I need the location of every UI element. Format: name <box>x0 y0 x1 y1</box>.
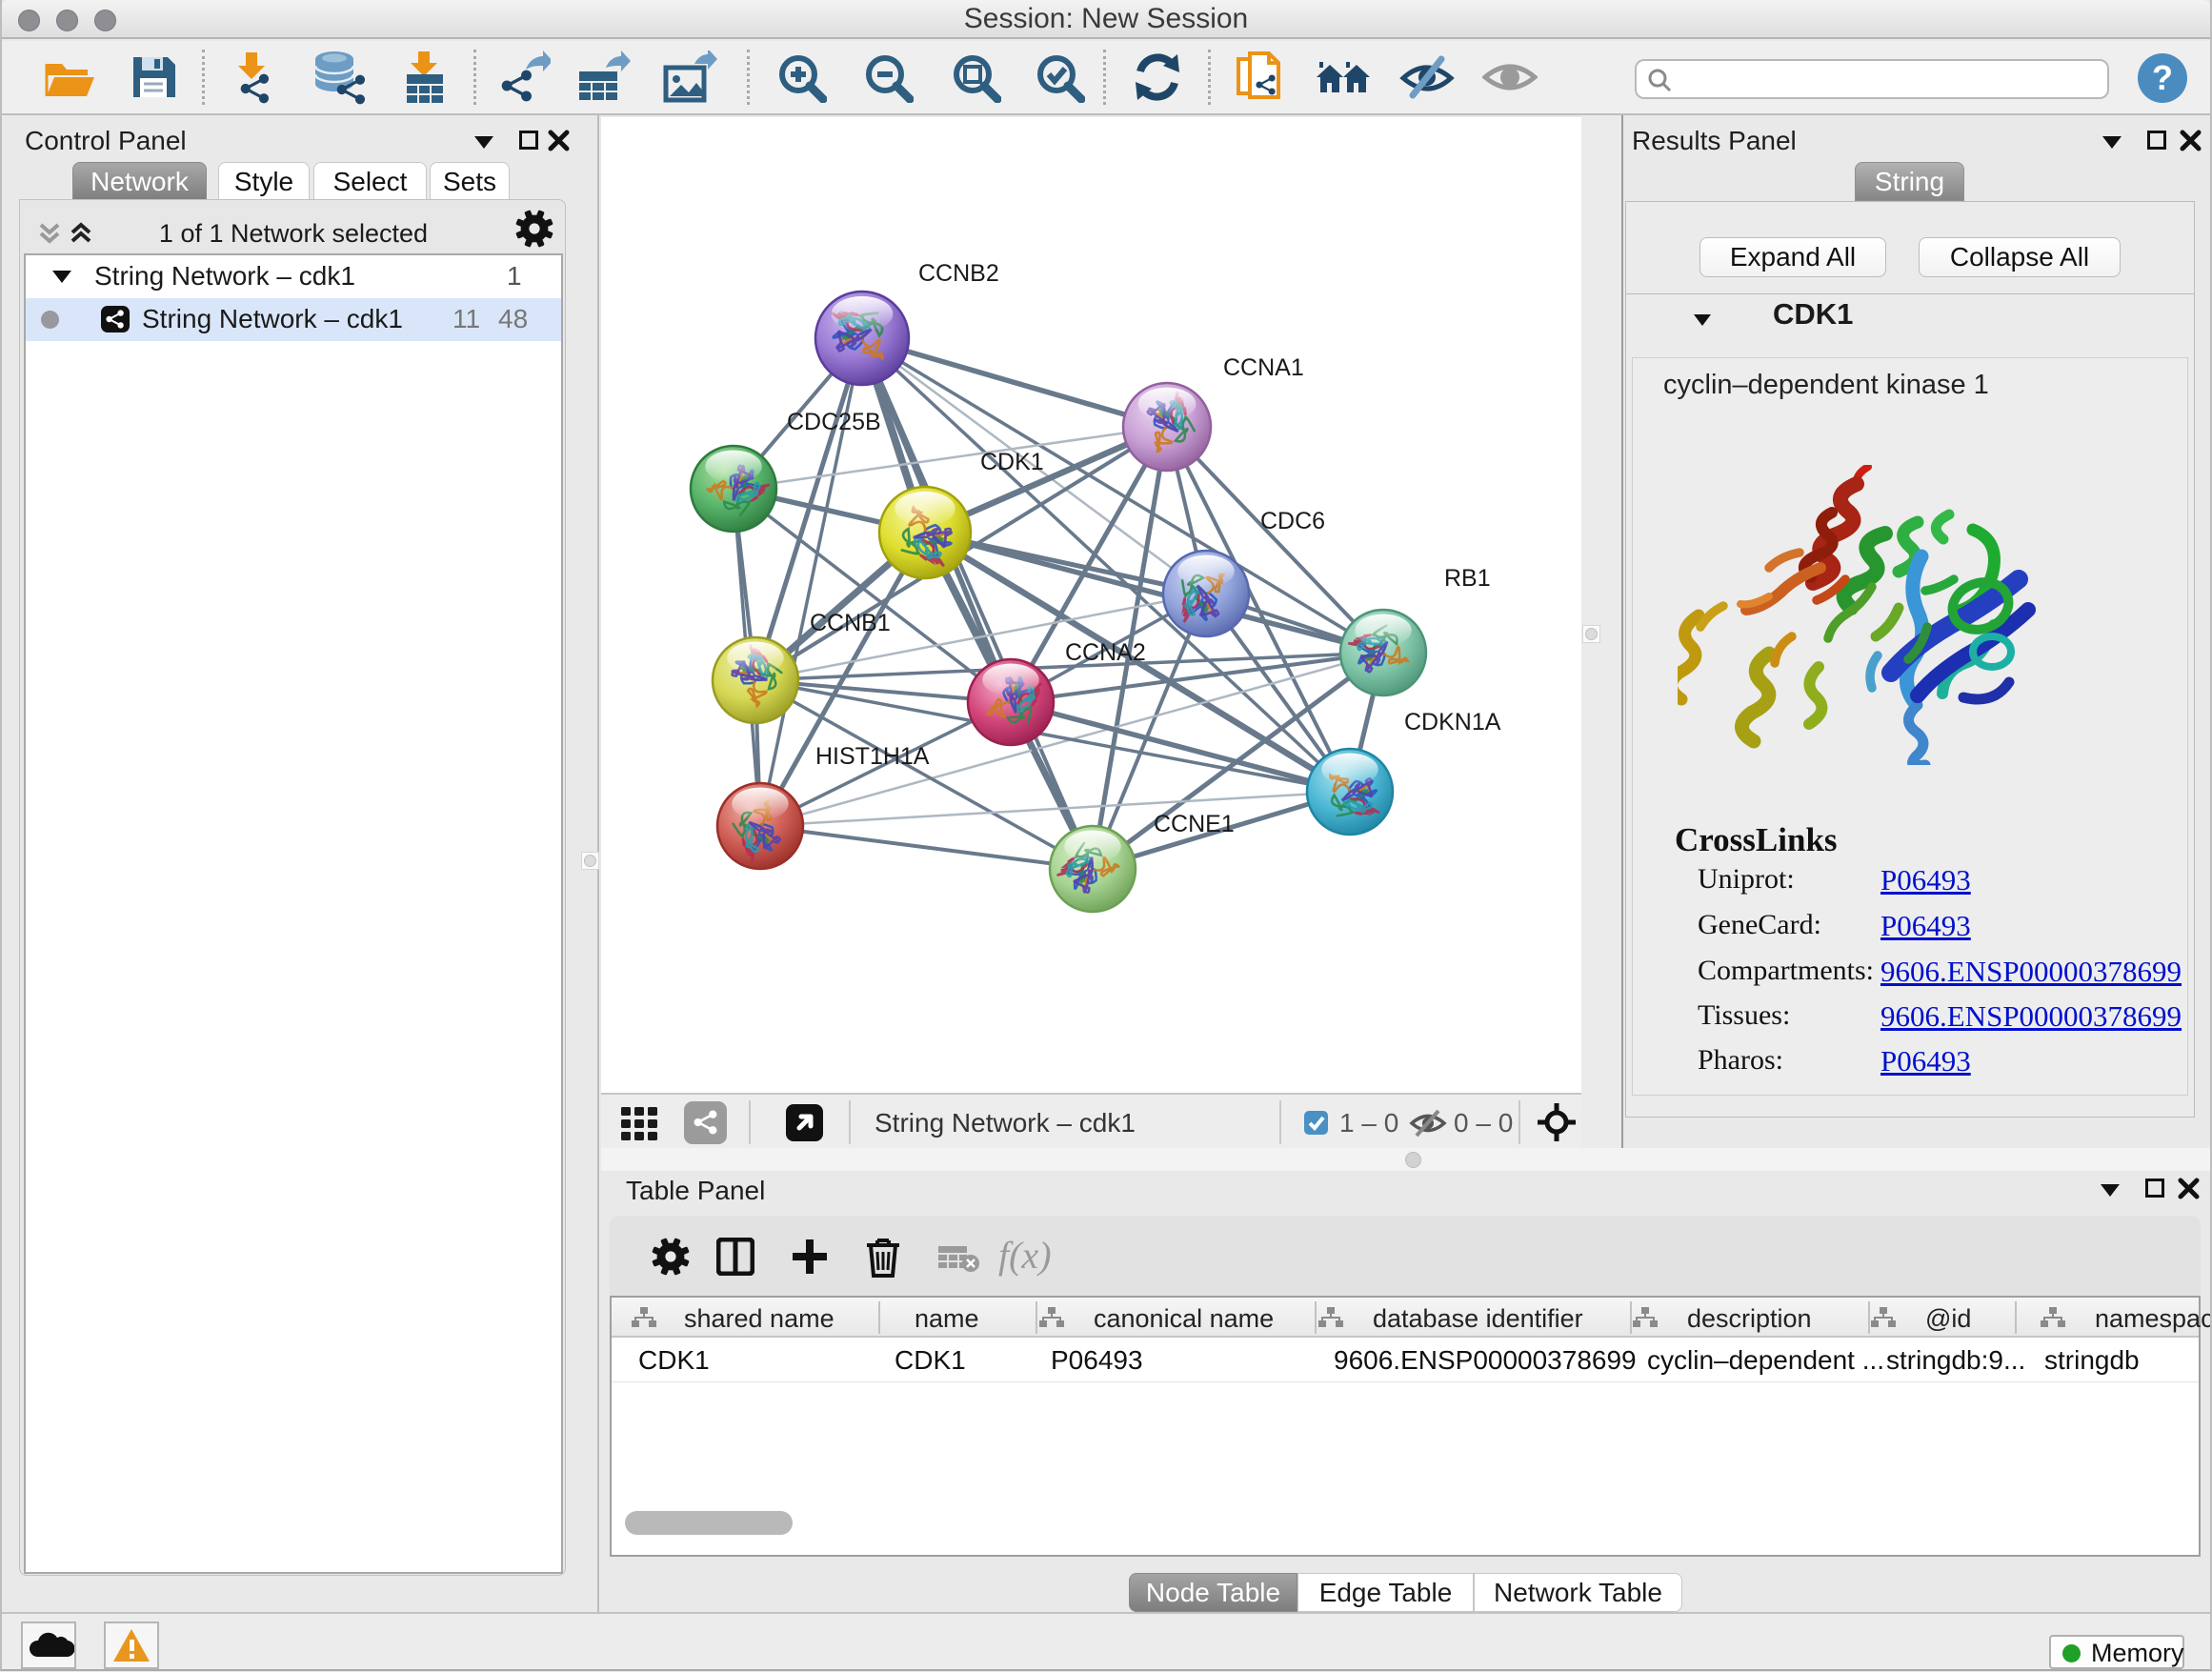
svg-text:CCNB1: CCNB1 <box>810 610 891 636</box>
svg-text:CDC25B: CDC25B <box>787 409 881 435</box>
svg-text:CCNA2: CCNA2 <box>1065 639 1146 666</box>
svg-text:CCNE1: CCNE1 <box>1154 811 1235 837</box>
svg-text:CDC6: CDC6 <box>1260 508 1325 534</box>
svg-text:CDKN1A: CDKN1A <box>1404 709 1501 735</box>
svg-text:HIST1H1A: HIST1H1A <box>815 743 930 770</box>
svg-text:CCNA1: CCNA1 <box>1223 354 1304 381</box>
svg-text:RB1: RB1 <box>1444 565 1491 592</box>
svg-text:CCNB2: CCNB2 <box>918 260 999 287</box>
svg-text:CDK1: CDK1 <box>980 449 1044 475</box>
